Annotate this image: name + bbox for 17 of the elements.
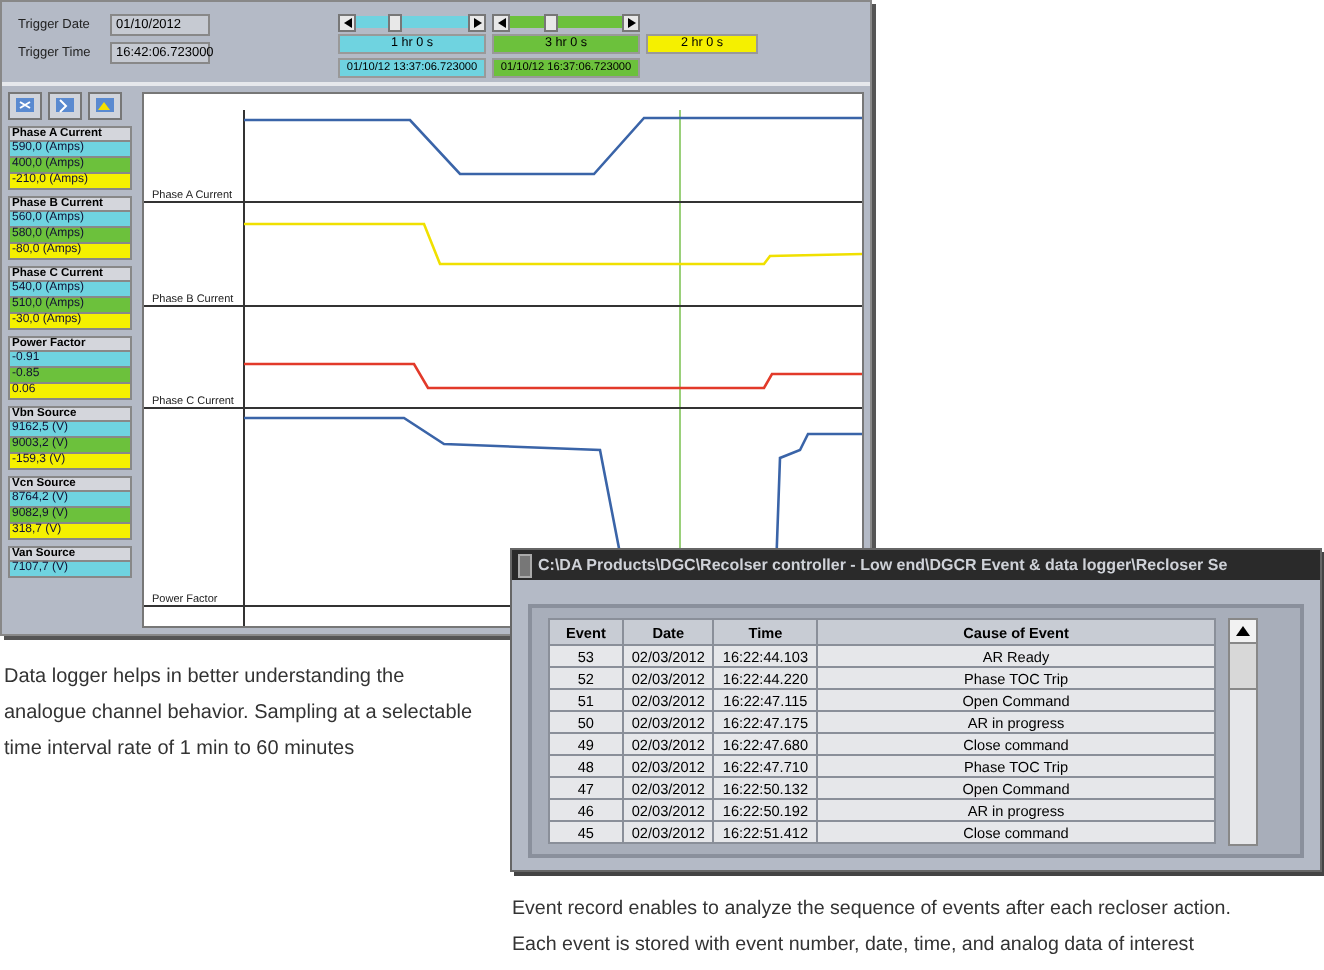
- scroll-left-icon[interactable]: [492, 13, 510, 31]
- cursor-tool-icon[interactable]: [48, 92, 82, 120]
- scroll-left-icon[interactable]: [338, 13, 356, 31]
- scrollbar[interactable]: [1228, 618, 1259, 846]
- scroll-up-icon[interactable]: [1230, 620, 1257, 644]
- range-slider[interactable]: [492, 14, 640, 30]
- app-icon: [518, 553, 532, 577]
- range-slider[interactable]: [338, 14, 486, 30]
- caption: Data logger helps in better understanding the analogue channel behavior. Sampling at a selectable time interval rate of 1 min to 60 minutes: [4, 664, 473, 764]
- scroll-right-icon[interactable]: [622, 13, 640, 31]
- zoom-tool-icon[interactable]: [8, 92, 42, 120]
- scroll-thumb[interactable]: [1230, 644, 1257, 690]
- window-title: C:\DA Products\DGC\Recolser controller - Low end\DGCR Event & data logger\Recloser Se: [538, 556, 1228, 574]
- chart-tool-icon[interactable]: [88, 92, 122, 120]
- cursor-line[interactable]: [242, 109, 245, 626]
- scroll-right-icon[interactable]: [468, 13, 486, 31]
- caption: Event record enables to analyze the sequence of events after each recloser action. Each event is stored with event number, date, time, and analog data of interest: [512, 896, 1231, 960]
